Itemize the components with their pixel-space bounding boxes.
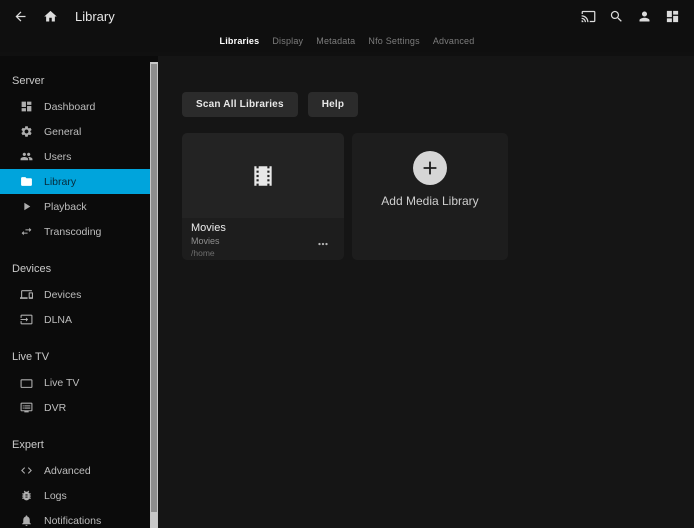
sidebar-item-label: Playback [44,201,87,213]
cast-icon [581,9,596,24]
home-icon [43,9,58,24]
folder-icon [20,175,33,188]
sidebar: Server Dashboard General Users Library P… [0,56,158,528]
library-card-title: Movies [191,222,332,235]
topbar-actions [576,4,686,28]
bug-icon [20,489,33,502]
sidebar-item-label: Transcoding [44,226,101,238]
library-toolbar: Scan All Libraries Help [182,92,694,117]
sidebar-item-label: Dashboard [44,101,95,113]
sidebar-item-dlna[interactable]: DLNA [0,307,150,332]
sidebar-item-label: DVR [44,402,66,414]
sidebar-item-label: General [44,126,81,138]
section-header-devices: Devices [0,256,150,282]
movies-card-image [182,133,344,218]
film-strip-icon [250,163,276,189]
sidebar-item-playback[interactable]: Playback [0,194,150,219]
help-button[interactable]: Help [308,92,358,117]
sidebar-scrollbar[interactable] [150,62,158,528]
more-horiz-icon [316,237,330,251]
play-icon [20,200,33,213]
sidebar-item-label: Advanced [44,465,91,477]
sidebar-item-users[interactable]: Users [0,144,150,169]
tab-libraries[interactable]: Libraries [220,36,260,46]
input-icon [20,313,33,326]
cast-button[interactable] [576,4,600,28]
tab-advanced[interactable]: Advanced [433,36,475,46]
library-cards: Movies Movies /home Ad [182,133,694,260]
dashboard-grid-icon [665,9,680,24]
movies-card-meta-text: Movies /home [191,235,220,258]
dashboard-menu-button[interactable] [660,4,684,28]
movies-card-meta: Movies /home [191,235,332,258]
sidebar-item-advanced[interactable]: Advanced [0,458,150,483]
swap-arrows-icon [20,225,33,238]
home-button[interactable] [38,4,62,28]
library-card-type: Movies [191,236,220,247]
tab-display[interactable]: Display [272,36,303,46]
scan-all-libraries-button[interactable]: Scan All Libraries [182,92,298,117]
section-header-live-tv: Live TV [0,344,150,370]
users-icon [20,150,33,163]
library-card-movies[interactable]: Movies Movies /home [182,133,344,260]
code-icon [20,464,33,477]
library-card-path: /home [191,248,220,258]
plus-icon [419,157,441,179]
tab-metadata[interactable]: Metadata [316,36,355,46]
movies-card-info: Movies Movies /home [182,218,344,258]
add-media-library-label: Add Media Library [381,194,478,208]
section-header-server: Server [0,68,150,94]
sidebar-item-notifications[interactable]: Notifications [0,508,150,528]
top-bar: Library [0,0,694,32]
tab-nfo-settings[interactable]: Nfo Settings [368,36,419,46]
devices-icon [20,288,33,301]
sidebar-item-transcoding[interactable]: Transcoding [0,219,150,244]
add-media-library-card[interactable]: Add Media Library [352,133,508,260]
sidebar-item-label: Users [44,151,71,163]
sidebar-item-label: Devices [44,289,81,301]
jellyfin-admin-window: Library Libraries Display Metadata Nfo S… [0,0,694,528]
gear-icon [20,125,33,138]
main-content: Scan All Libraries Help Movies Movies /h… [158,56,694,528]
sidebar-item-label: DLNA [44,314,72,326]
scrollbar-thumb[interactable] [151,64,157,512]
sidebar-nav: Server Dashboard General Users Library P… [0,56,150,528]
arrow-back-icon [13,9,28,24]
person-icon [637,9,652,24]
dvr-icon [20,401,33,414]
sidebar-item-dvr[interactable]: DVR [0,395,150,420]
section-header-expert: Expert [0,432,150,458]
user-menu-button[interactable] [632,4,656,28]
back-button[interactable] [8,4,32,28]
settings-tabs: Libraries Display Metadata Nfo Settings … [0,30,694,52]
sidebar-item-label: Notifications [44,515,101,527]
sidebar-item-label: Live TV [44,377,79,389]
sidebar-item-devices[interactable]: Devices [0,282,150,307]
search-icon [609,9,624,24]
page-title: Library [75,9,115,24]
sidebar-item-label: Logs [44,490,67,502]
sidebar-item-logs[interactable]: Logs [0,483,150,508]
tv-icon [20,376,33,389]
movies-card-menu-button[interactable] [314,237,332,251]
sidebar-item-general[interactable]: General [0,119,150,144]
search-button[interactable] [604,4,628,28]
dashboard-icon [20,100,33,113]
sidebar-item-live-tv[interactable]: Live TV [0,370,150,395]
bell-icon [20,514,33,527]
sidebar-item-label: Library [44,176,76,188]
sidebar-item-dashboard[interactable]: Dashboard [0,94,150,119]
add-library-button[interactable] [413,151,447,185]
sidebar-item-library[interactable]: Library [0,169,150,194]
